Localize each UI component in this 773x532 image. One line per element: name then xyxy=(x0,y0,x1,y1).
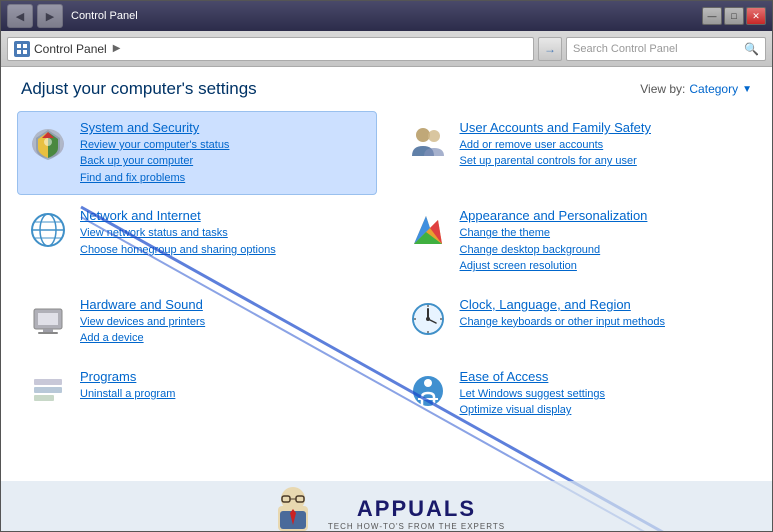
watermark-bar: APPUALS TECH HOW-TO'S FROM THE EXPERTS xyxy=(1,481,772,531)
ease-access-link1[interactable]: Let Windows suggest settings xyxy=(460,386,748,403)
brand-name: APPUALS xyxy=(357,496,476,522)
hardware-icon xyxy=(26,297,70,341)
back-button[interactable]: ◀ xyxy=(7,4,33,28)
hardware-link2[interactable]: Add a device xyxy=(80,330,368,347)
panel-user-accounts[interactable]: User Accounts and Family Safety Add or r… xyxy=(397,111,757,195)
programs-icon xyxy=(26,369,70,413)
title-bar: ◀ ▶ Control Panel — □ ✕ xyxy=(1,1,772,31)
appearance-link3[interactable]: Adjust screen resolution xyxy=(460,258,748,275)
close-button[interactable]: ✕ xyxy=(746,7,766,25)
view-by-value[interactable]: Category xyxy=(689,82,738,96)
address-bar: Control Panel ▶ → Search Control Panel 🔍 xyxy=(1,31,772,67)
go-icon: → xyxy=(544,42,556,56)
search-placeholder: Search Control Panel xyxy=(573,43,740,55)
mascot xyxy=(268,481,318,531)
clock-title[interactable]: Clock, Language, and Region xyxy=(460,297,748,314)
system-security-icon xyxy=(26,120,70,164)
content-header: Adjust your computer's settings View by:… xyxy=(1,67,772,107)
minimize-button[interactable]: — xyxy=(702,7,722,25)
title-bar-controls: — □ ✕ xyxy=(702,7,766,25)
appearance-icon xyxy=(406,208,450,252)
title-bar-left: ◀ ▶ Control Panel xyxy=(7,4,138,28)
system-security-link1[interactable]: Review your computer's status xyxy=(80,137,368,154)
ease-access-icon xyxy=(406,369,450,413)
user-accounts-icon xyxy=(406,120,450,164)
panel-hardware[interactable]: Hardware and Sound View devices and prin… xyxy=(17,288,377,356)
content-area: Adjust your computer's settings View by:… xyxy=(1,67,772,531)
appuals-brand: APPUALS TECH HOW-TO'S FROM THE EXPERTS xyxy=(328,496,505,531)
network-link2[interactable]: Choose homegroup and sharing options xyxy=(80,242,368,259)
panel-appearance[interactable]: Appearance and Personalization Change th… xyxy=(397,199,757,283)
panel-programs[interactable]: Programs Uninstall a program xyxy=(17,360,377,428)
panel-ease-access[interactable]: Ease of Access Let Windows suggest setti… xyxy=(397,360,757,428)
search-box[interactable]: Search Control Panel 🔍 xyxy=(566,37,766,61)
user-accounts-text: User Accounts and Family Safety Add or r… xyxy=(460,120,748,170)
search-icon[interactable]: 🔍 xyxy=(744,42,759,56)
system-security-link3[interactable]: Find and fix problems xyxy=(80,170,368,187)
forward-button[interactable]: ▶ xyxy=(37,4,63,28)
view-by-selector: View by: Category ▼ xyxy=(640,82,752,96)
address-text: Control Panel xyxy=(34,42,107,56)
appearance-text: Appearance and Personalization Change th… xyxy=(460,208,748,274)
panel-clock[interactable]: Clock, Language, and Region Change keybo… xyxy=(397,288,757,356)
panel-grid: System and Security Review your computer… xyxy=(1,107,772,432)
hardware-title[interactable]: Hardware and Sound xyxy=(80,297,368,314)
panel-network[interactable]: Network and Internet View network status… xyxy=(17,199,377,283)
path-arrow: ▶ xyxy=(113,43,121,54)
system-security-text: System and Security Review your computer… xyxy=(80,120,368,186)
network-text: Network and Internet View network status… xyxy=(80,208,368,258)
clock-icon xyxy=(406,297,450,341)
programs-text: Programs Uninstall a program xyxy=(80,369,368,402)
main-window: ◀ ▶ Control Panel — □ ✕ Control Panel ▶ xyxy=(0,0,773,532)
user-accounts-link1[interactable]: Add or remove user accounts xyxy=(460,137,748,154)
hardware-link1[interactable]: View devices and printers xyxy=(80,314,368,331)
clock-text: Clock, Language, and Region Change keybo… xyxy=(460,297,748,330)
page-title: Adjust your computer's settings xyxy=(21,79,257,99)
ease-access-text: Ease of Access Let Windows suggest setti… xyxy=(460,369,748,419)
network-title[interactable]: Network and Internet xyxy=(80,208,368,225)
user-accounts-title[interactable]: User Accounts and Family Safety xyxy=(460,120,748,137)
system-security-link2[interactable]: Back up your computer xyxy=(80,153,368,170)
brand-tagline: TECH HOW-TO'S FROM THE EXPERTS xyxy=(328,522,505,531)
view-by-label: View by: xyxy=(640,82,685,96)
view-by-arrow[interactable]: ▼ xyxy=(742,84,752,95)
appearance-link1[interactable]: Change the theme xyxy=(460,225,748,242)
appearance-title[interactable]: Appearance and Personalization xyxy=(460,208,748,225)
address-field[interactable]: Control Panel ▶ xyxy=(7,37,534,61)
programs-link1[interactable]: Uninstall a program xyxy=(80,386,368,403)
control-panel-icon xyxy=(14,41,30,57)
programs-title[interactable]: Programs xyxy=(80,369,368,386)
system-security-title[interactable]: System and Security xyxy=(80,120,368,137)
window-title: Control Panel xyxy=(71,10,138,22)
hardware-text: Hardware and Sound View devices and prin… xyxy=(80,297,368,347)
user-accounts-link2[interactable]: Set up parental controls for any user xyxy=(460,153,748,170)
network-link1[interactable]: View network status and tasks xyxy=(80,225,368,242)
appearance-link2[interactable]: Change desktop background xyxy=(460,242,748,259)
maximize-button[interactable]: □ xyxy=(724,7,744,25)
clock-link1[interactable]: Change keyboards or other input methods xyxy=(460,314,748,331)
panel-system-security[interactable]: System and Security Review your computer… xyxy=(17,111,377,195)
network-icon xyxy=(26,208,70,252)
go-button[interactable]: → xyxy=(538,37,562,61)
ease-access-link2[interactable]: Optimize visual display xyxy=(460,402,748,419)
ease-access-title[interactable]: Ease of Access xyxy=(460,369,748,386)
